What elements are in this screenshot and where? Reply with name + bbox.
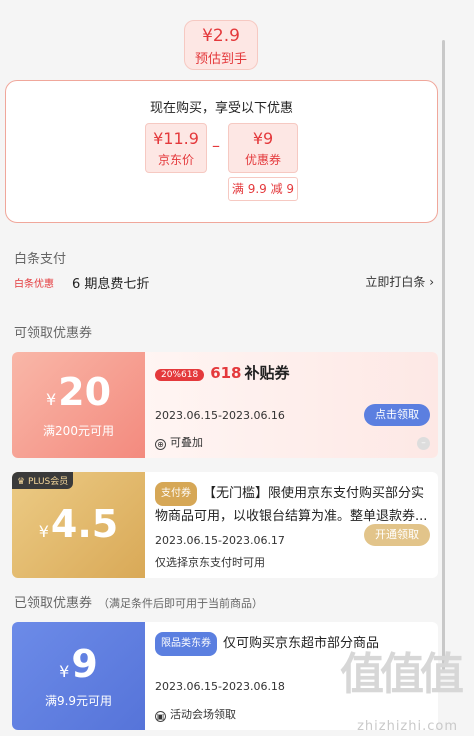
coupon-date: 2023.06.15-2023.06.16 [155,409,285,422]
baitiao-section-title: 白条支付 [14,252,67,267]
watermark: zhizhizhi.com [357,719,458,734]
coupon-amount-panel: ♛ PLUS会员 ¥4.5 [12,472,145,578]
coupon-date: 2023.06.15-2023.06.18 [155,680,285,693]
coupon-condition: 满200元可用 [43,424,114,438]
coupon-foot: 仅选择京东支付时可用 [155,556,265,569]
claimed-coupons-title: 已领取优惠券 （满足条件后即可用于当前商品） [14,596,264,611]
baitiao-link[interactable]: 立即打白条 › [365,273,434,290]
coupon-brand: 618 [210,364,242,382]
coupon-amount: ¥9 [59,642,98,686]
coupon-amount: ¥4.5 [38,502,119,546]
coupon-card: ♛ PLUS会员 ¥4.5 支付券 【无门槛】限使用京东支付购买部分实物商品可用，… [12,472,438,578]
coupon-amount: ¥20 [45,370,112,414]
jd-price-value: ¥11.9 [153,129,199,148]
coupon-info: 20%618 618 补贴券 2023.06.15-2023.06.16 点击领取 … [145,352,438,458]
claim-coupon-button[interactable]: 点击领取 [364,404,430,426]
jd-price-label: 京东价 [157,153,194,167]
coupon-pill: ¥9 优惠券 [228,123,298,173]
coupon-label: 优惠券 [244,153,281,167]
coupon-title: 支付券 【无门槛】限使用京东支付购买部分实物商品可用，以收银台结算为准。整单退款券… [155,482,430,528]
coupon-date: 2023.06.15-2023.06.17 [155,534,285,547]
minus-sign: – [212,136,220,155]
crown-icon: ♛ [17,477,26,487]
available-coupons-title: 可领取优惠券 [14,326,93,341]
estimated-price: ¥2.9 [202,26,240,46]
coupon-amount-panel: ¥9 满9.9元可用 [12,622,145,730]
coupon-info: 支付券 【无门槛】限使用京东支付购买部分实物商品可用，以收银台结算为准。整单退款券… [145,472,438,578]
baitiao-row[interactable]: 白条优惠 6 期息费七折 立即打白条 › [14,272,434,294]
expand-icon[interactable]: – [417,437,430,450]
coupon-card: ¥20 满200元可用 20%618 618 补贴券 2023.06.15-2023… [12,352,438,458]
estimated-price-badge: ¥2.9 预估到手 [184,20,258,70]
jd-price-pill: ¥11.9 京东价 [145,123,207,173]
coupon-rule: 满 9.9 减 9 [228,177,298,201]
baitiao-tag: 白条优惠 [14,279,54,290]
open-claim-button[interactable]: 开通领取 [364,524,430,546]
venue-icon: ▣ [155,711,166,722]
coupon-618-badge: 20%618 [155,369,205,381]
estimated-price-label: 预估到手 [194,52,247,67]
stack-icon: ⊕ [155,439,166,450]
coupon-foot: ▣ 活动会场领取 [155,708,236,722]
plus-member-badge: ♛ PLUS会员 [12,472,74,489]
baitiao-offer: 6 期息费七折 [72,277,150,292]
coupon-title-row: 20%618 618 补贴券 [155,362,290,383]
claimed-note: （满足条件后即可用于当前商品） [98,597,264,610]
promo-summary: 现在购买，享受以下优惠 ¥11.9 京东价 – ¥9 优惠券 满 9.9 减 9 [5,80,438,223]
coupon-foot: ⊕ 可叠加 [155,434,203,450]
coupon-value: ¥9 [252,129,274,148]
coupon-name: 补贴券 [244,364,290,382]
watermark-logo: 值值值 [340,649,464,700]
coupon-amount-panel: ¥20 满200元可用 [12,352,145,458]
scrollbar[interactable] [442,40,445,670]
coupon-condition: 满9.9元可用 [44,694,113,708]
promo-header: 现在购买，享受以下优惠 [149,101,293,116]
